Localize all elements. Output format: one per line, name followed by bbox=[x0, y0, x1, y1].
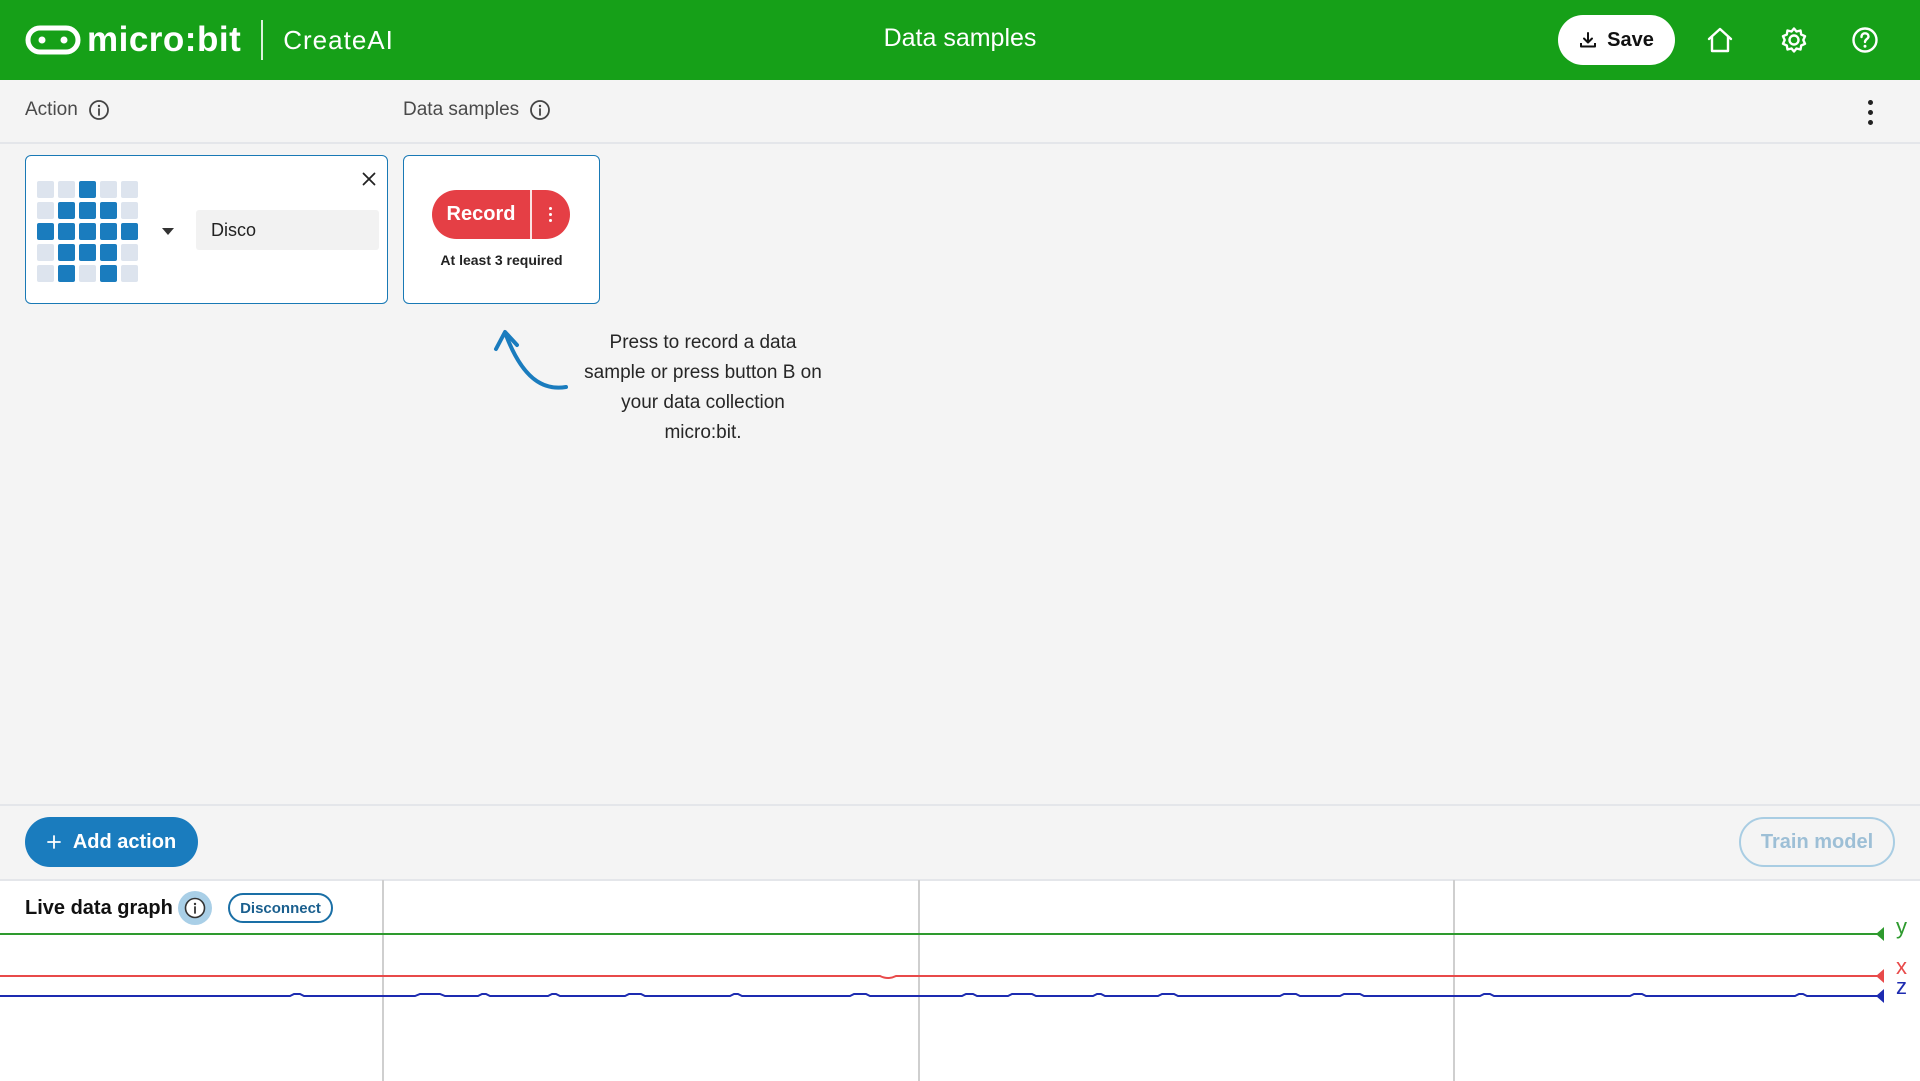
microbit-logo-icon bbox=[25, 25, 81, 55]
info-icon[interactable] bbox=[88, 99, 110, 121]
record-options-dot bbox=[549, 219, 552, 222]
graph-line-x bbox=[0, 975, 1884, 979]
delete-action-button[interactable] bbox=[358, 168, 380, 190]
led-on bbox=[79, 223, 96, 240]
record-split-button: Record bbox=[432, 190, 570, 239]
led-off bbox=[37, 181, 54, 198]
help-icon bbox=[1852, 27, 1878, 53]
led-on bbox=[37, 223, 54, 240]
y-axis-label: y bbox=[1896, 914, 1907, 939]
more-options-dot bbox=[1867, 119, 1873, 125]
graph-line-z bbox=[0, 993, 1884, 997]
close-icon bbox=[362, 172, 376, 186]
led-on bbox=[79, 244, 96, 261]
led-off bbox=[121, 265, 138, 282]
bottom-toolbar bbox=[0, 804, 1920, 879]
led-icon-picker[interactable] bbox=[37, 181, 138, 282]
record-options-dot bbox=[549, 207, 552, 210]
led-on bbox=[79, 202, 96, 219]
microbit-logo[interactable]: micro:bit CreateAI bbox=[25, 20, 394, 60]
save-label: Save bbox=[1607, 28, 1654, 51]
live-graph-info-button[interactable] bbox=[178, 891, 212, 925]
led-on bbox=[100, 223, 117, 240]
add-action-label: Add action bbox=[72, 830, 177, 853]
more-options-dot bbox=[1867, 99, 1873, 105]
led-off bbox=[37, 244, 54, 261]
action-name-input[interactable] bbox=[196, 210, 379, 250]
download-icon bbox=[1580, 32, 1597, 48]
z-axis-label: z bbox=[1896, 974, 1907, 999]
live-graph-title: Live data graph bbox=[25, 897, 173, 919]
record-options-button[interactable] bbox=[532, 190, 570, 239]
caret-down-icon bbox=[162, 227, 174, 235]
record-options-dot bbox=[549, 213, 552, 216]
gear-icon bbox=[1781, 27, 1807, 53]
info-icon[interactable] bbox=[529, 99, 551, 121]
logo-divider bbox=[261, 20, 264, 60]
column-header-bar bbox=[0, 80, 1920, 144]
product-name: CreateAI bbox=[283, 24, 394, 55]
save-button[interactable]: Save bbox=[1558, 15, 1675, 65]
led-on bbox=[100, 265, 117, 282]
record-hint-text: Press to record a data sample or press b… bbox=[584, 332, 822, 443]
settings-button[interactable] bbox=[1776, 22, 1812, 58]
led-on bbox=[100, 202, 117, 219]
action-column-header: Action bbox=[25, 99, 110, 121]
action-card bbox=[25, 155, 388, 304]
samples-column-header: Data samples bbox=[403, 99, 551, 121]
z-axis-marker bbox=[1876, 989, 1884, 1003]
led-off bbox=[37, 265, 54, 282]
record-button[interactable]: Record bbox=[432, 190, 530, 239]
disconnect-button[interactable]: Disconnect bbox=[228, 893, 333, 923]
home-icon bbox=[1707, 27, 1733, 53]
led-off bbox=[121, 244, 138, 261]
more-options-button[interactable] bbox=[1855, 96, 1885, 128]
x-axis-marker bbox=[1876, 969, 1884, 983]
record-requirement-text: At least 3 required bbox=[440, 252, 563, 268]
led-on bbox=[79, 181, 96, 198]
plus-icon bbox=[46, 835, 61, 849]
curved-arrow-icon bbox=[494, 330, 568, 390]
data-samples-card: Record At least 3 required bbox=[403, 155, 600, 304]
led-on bbox=[121, 223, 138, 240]
info-icon bbox=[184, 897, 206, 919]
led-off bbox=[58, 181, 75, 198]
led-off bbox=[121, 181, 138, 198]
samples-column-label: Data samples bbox=[403, 99, 520, 120]
led-off bbox=[37, 202, 54, 219]
led-on bbox=[58, 265, 75, 282]
led-on bbox=[58, 202, 75, 219]
add-action-button[interactable]: Add action bbox=[25, 817, 198, 867]
app-header: micro:bit CreateAI Data samples Save bbox=[0, 0, 1920, 80]
help-button[interactable] bbox=[1847, 22, 1883, 58]
led-off bbox=[100, 181, 117, 198]
logo-wordmark: micro:bit bbox=[87, 20, 242, 59]
y-axis-marker bbox=[1876, 927, 1884, 941]
led-off bbox=[79, 265, 96, 282]
led-off bbox=[121, 202, 138, 219]
train-model-button[interactable]: Train model bbox=[1739, 817, 1895, 867]
led-on bbox=[58, 244, 75, 261]
home-button[interactable] bbox=[1702, 22, 1738, 58]
led-on bbox=[100, 244, 117, 261]
icon-dropdown-button[interactable] bbox=[157, 223, 179, 239]
more-options-dot bbox=[1867, 109, 1873, 115]
led-on bbox=[58, 223, 75, 240]
action-column-label: Action bbox=[25, 99, 78, 120]
